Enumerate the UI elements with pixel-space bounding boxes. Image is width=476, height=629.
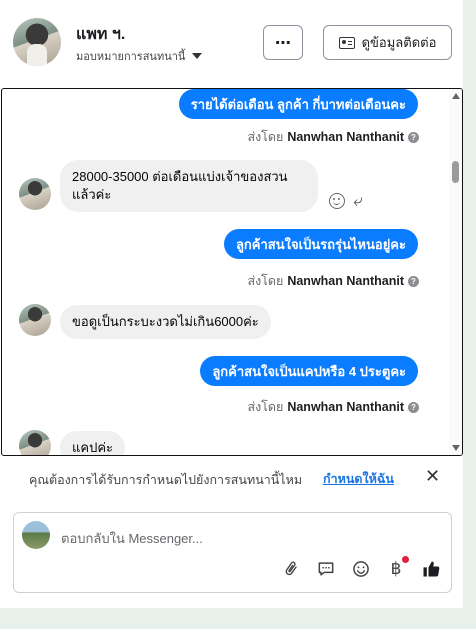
reply-input[interactable]: ตอบกลับใน Messenger... [61, 528, 203, 549]
assignment-reminder: คุณต้องการได้รับการกำหนดไปยังการสนทนานี้… [0, 460, 463, 495]
view-contact-label: ดูข้อมูลติดต่อ [361, 35, 437, 50]
sender-name: Nanwhan Nanthanit [287, 130, 404, 144]
assign-to-me-link[interactable]: กำหนดให้ฉัน [323, 469, 394, 489]
conversation-header: แพท ฯ. มอบหมายการสนทนานี้ ⋯ ดูข้อมูลติดต… [0, 0, 463, 86]
conversation-panel: แพท ฯ. มอบหมายการสนทนานี้ ⋯ ดูข้อมูลติดต… [0, 0, 463, 608]
caret-down-icon [192, 53, 203, 59]
scrollbar-thumb[interactable] [452, 161, 459, 183]
outgoing-message[interactable]: ลูกค้าสนใจเป็นแคปหรือ 4 ประตูคะ [200, 356, 418, 386]
sender-avatar[interactable] [19, 304, 51, 336]
message-composer[interactable]: ตอบกลับใน Messenger... ฿ [13, 512, 452, 593]
react-emoji-icon[interactable] [329, 192, 345, 209]
contact-card-icon [338, 36, 355, 49]
composer-toolbar: ฿ [281, 556, 441, 579]
sent-by-line: ส่งโดย Nanwhan Nanthanit ? [247, 127, 419, 147]
more-options-button[interactable]: ⋯ [263, 25, 303, 60]
view-contact-button[interactable]: ดูข้อมูลติดต่อ [323, 25, 452, 60]
outgoing-message[interactable]: ลูกค้าสนใจเป็นรถรุ่นไหนอยู่คะ [223, 229, 418, 259]
reminder-text: คุณต้องการได้รับการกำหนดไปยังการสนทนานี้… [29, 473, 303, 487]
sent-by-line: ส่งโดย Nanwhan Nanthanit ? [247, 397, 419, 417]
sent-by-prefix: ส่งโดย [247, 400, 284, 414]
sender-avatar[interactable] [19, 178, 51, 210]
incoming-message[interactable]: ขอดูเป็นกระบะงวดไม่เกิน6000ค่ะ [60, 305, 271, 339]
page-avatar [22, 521, 50, 549]
paperclip-icon[interactable] [281, 559, 301, 579]
help-icon[interactable]: ? [408, 401, 419, 413]
close-icon[interactable]: ✕ [425, 466, 440, 487]
incoming-message[interactable]: แคปค่ะ [60, 431, 126, 455]
reply-icon[interactable]: ⤶ [353, 192, 363, 209]
assign-dropdown[interactable]: มอบหมายการสนทนานี้ [76, 47, 203, 65]
incoming-message[interactable]: 28000-35000 ต่อเดือนแบ่งเจ้าของสวนแล้วค่… [60, 160, 318, 212]
notification-dot [402, 556, 409, 563]
outgoing-message[interactable]: รายได้ต่อเดือน ลูกค้า กี่บาทต่อเดือนคะ [178, 89, 418, 119]
sender-avatar[interactable] [19, 430, 51, 455]
sender-name: Nanwhan Nanthanit [287, 274, 404, 288]
scrollbar[interactable] [449, 89, 462, 455]
assign-label: มอบหมายการสนทนานี้ [76, 51, 186, 63]
baht-icon[interactable]: ฿ [386, 556, 409, 579]
contact-name[interactable]: แพท ฯ. [76, 22, 125, 47]
sender-name: Nanwhan Nanthanit [287, 400, 404, 414]
baht-symbol: ฿ [390, 559, 402, 578]
chat-bubble-icon[interactable] [316, 559, 336, 579]
help-icon[interactable]: ? [408, 131, 419, 143]
sent-by-prefix: ส่งโดย [247, 130, 284, 144]
scroll-up-arrow-icon[interactable] [452, 93, 460, 99]
emoji-icon[interactable] [351, 559, 371, 579]
sent-by-prefix: ส่งโดย [247, 274, 284, 288]
message-actions: ⤶ [329, 192, 363, 209]
message-thread[interactable]: รายได้ต่อเดือน ลูกค้า กี่บาทต่อเดือนคะ ส… [1, 88, 463, 456]
contact-avatar[interactable] [13, 18, 61, 66]
thumbs-up-icon[interactable] [421, 559, 441, 579]
help-icon[interactable]: ? [408, 275, 419, 287]
scroll-down-arrow-icon[interactable] [452, 445, 460, 451]
sent-by-line: ส่งโดย Nanwhan Nanthanit ? [247, 271, 419, 291]
